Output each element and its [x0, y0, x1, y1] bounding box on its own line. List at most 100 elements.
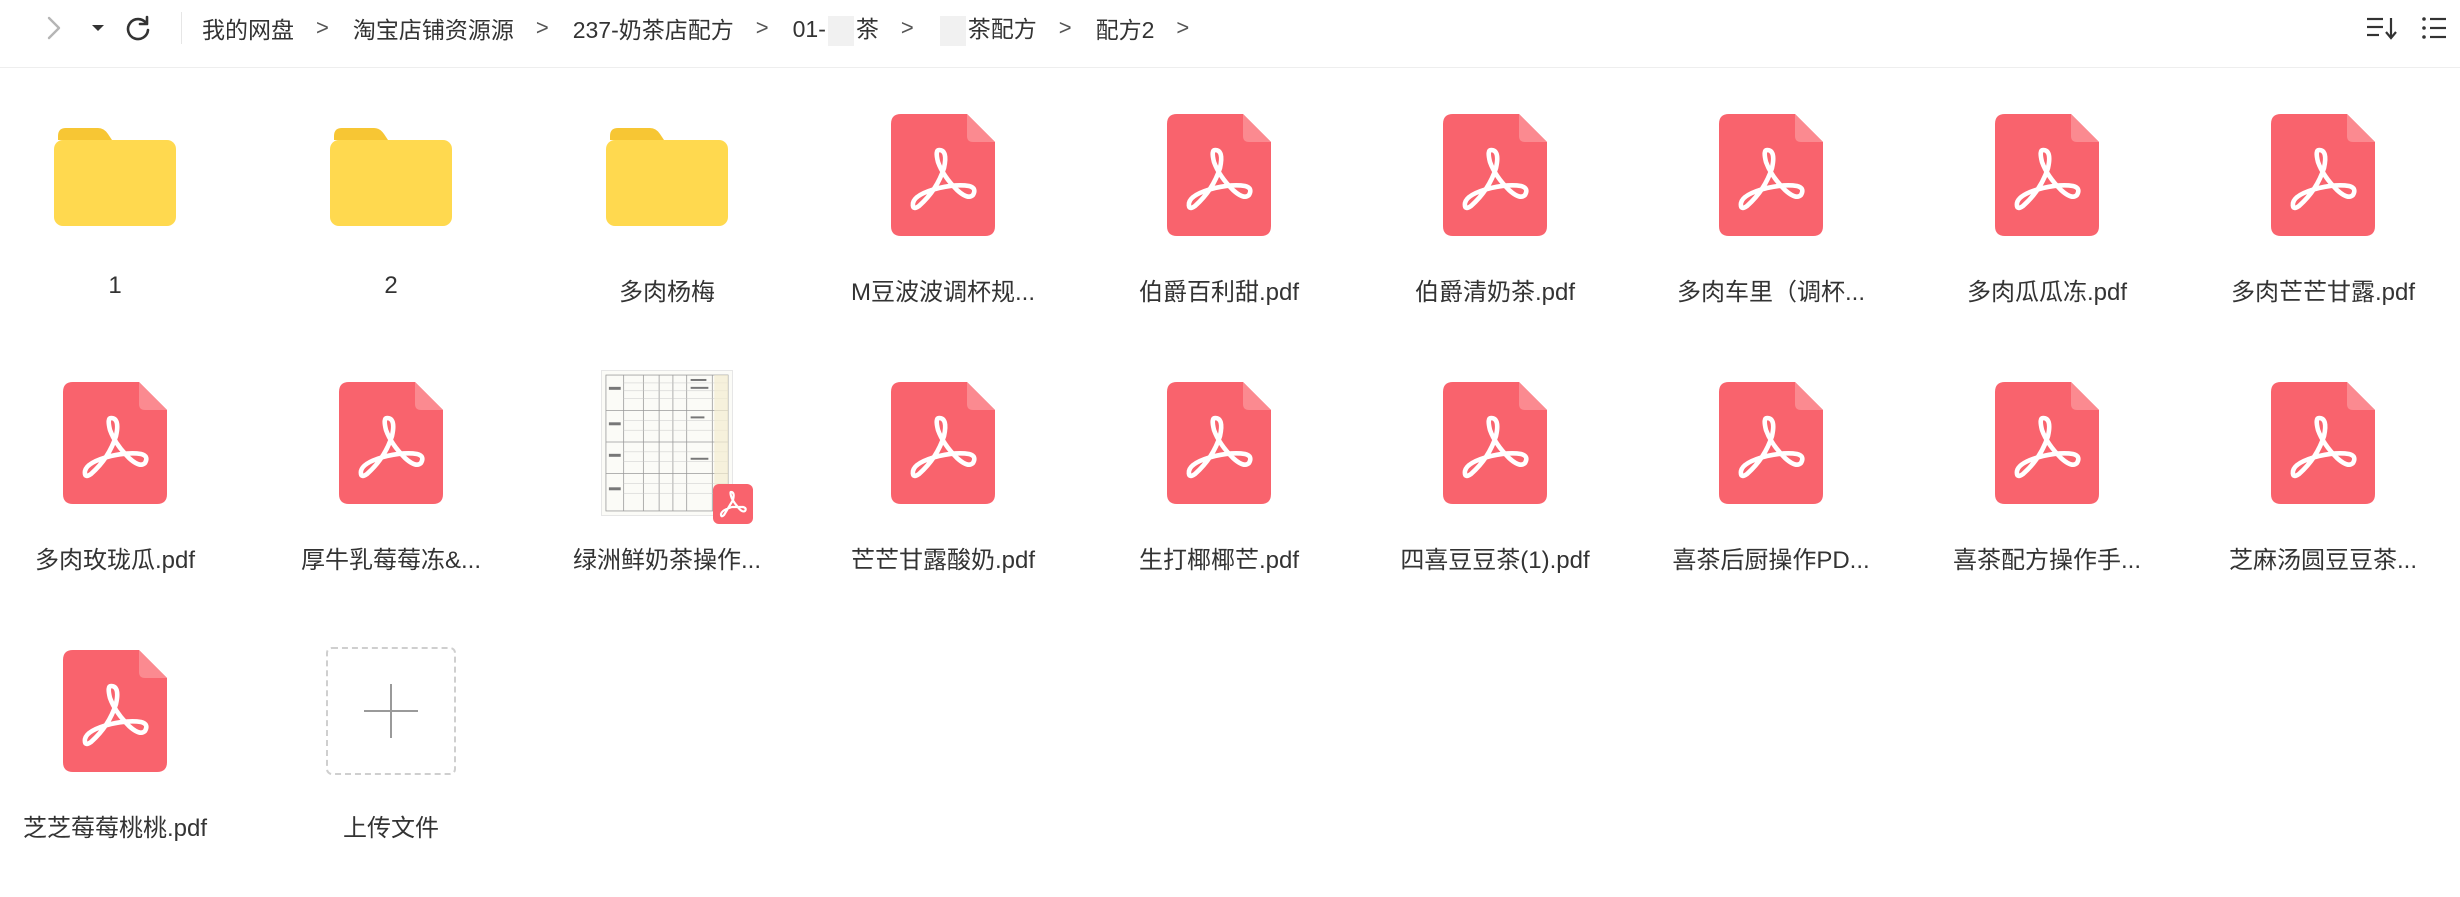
pdf-badge-icon — [713, 484, 753, 524]
folder-thumb — [276, 100, 506, 250]
pdf-thumb — [552, 368, 782, 524]
breadcrumb-separator: > — [1176, 15, 1190, 40]
pdf-icon — [339, 382, 443, 504]
pdf-thumb — [0, 368, 230, 518]
top-navigation-bar: 我的网盘 > 淘宝店铺资源源 > 237-奶茶店配方 > 01- 茶 > 茶配方 … — [0, 0, 2460, 68]
folder-item[interactable]: 2 — [276, 100, 506, 350]
pdf-thumb — [1104, 368, 1334, 518]
pdf-icon — [63, 650, 167, 772]
pdf-icon — [1443, 114, 1547, 236]
pdf-thumb — [0, 636, 230, 786]
pdf-item[interactable]: M豆波波调杯规... — [828, 100, 1058, 350]
breadcrumb-item[interactable]: 237-奶茶店配方 — [573, 11, 734, 45]
file-name: 2 — [384, 272, 398, 299]
pdf-item[interactable]: 喜茶配方操作手... — [1932, 368, 2162, 618]
pdf-thumb — [1656, 368, 1886, 518]
sort-icon[interactable] — [2362, 8, 2402, 48]
pdf-icon — [1167, 114, 1271, 236]
upload-file-button[interactable]: 上传文件 — [276, 636, 506, 886]
upload-dropzone[interactable] — [326, 647, 456, 775]
pdf-item-with-preview[interactable]: 绿洲鲜奶茶操作... — [552, 368, 782, 618]
folder-icon — [606, 128, 728, 226]
file-name: 绿洲鲜奶茶操作... — [572, 547, 761, 574]
pdf-thumb — [2208, 100, 2438, 250]
file-name: 芝麻汤圆豆豆茶... — [2228, 547, 2417, 574]
breadcrumb-separator: > — [316, 15, 329, 40]
file-name: M豆波波调杯规... — [851, 279, 1035, 306]
pdf-icon — [1719, 382, 1823, 504]
pdf-icon — [1443, 382, 1547, 504]
folder-thumb — [552, 100, 782, 250]
pdf-item[interactable]: 多肉车里（调杯... — [1656, 100, 1886, 350]
breadcrumb-item[interactable]: 茶配方 — [938, 10, 1037, 46]
breadcrumb-item-text: 茶 — [855, 16, 879, 43]
pdf-item[interactable]: 伯爵百利甜.pdf — [1104, 100, 1334, 350]
file-name: 多肉杨梅 — [619, 279, 715, 306]
pdf-item[interactable]: 多肉瓜瓜冻.pdf — [1932, 100, 2162, 350]
pdf-thumb — [1932, 368, 2162, 518]
document-preview — [601, 370, 753, 524]
breadcrumb-separator: > — [1058, 15, 1072, 40]
pdf-item[interactable]: 伯爵清奶茶.pdf — [1380, 100, 1610, 350]
file-name: 芝芝莓莓桃桃.pdf — [22, 815, 208, 842]
pdf-item[interactable]: 芝芝莓莓桃桃.pdf — [0, 636, 230, 886]
breadcrumb-item[interactable]: 01- 茶 — [793, 10, 879, 46]
file-name: 多肉瓜瓜冻.pdf — [1966, 279, 2128, 306]
pdf-icon — [63, 382, 167, 504]
file-name: 喜茶后厨操作PD... — [1672, 547, 1870, 574]
pdf-thumb — [1380, 368, 1610, 518]
refresh-icon[interactable] — [118, 8, 158, 48]
file-name: 伯爵百利甜.pdf — [1138, 279, 1300, 306]
pdf-icon — [891, 114, 995, 236]
dropdown-icon[interactable] — [78, 8, 118, 48]
file-name: 喜茶配方操作手... — [1952, 547, 2141, 574]
breadcrumb-item-current[interactable]: 配方2 — [1096, 11, 1155, 45]
forward-arrow-icon[interactable] — [34, 8, 74, 48]
file-name: 生打椰椰芒.pdf — [1138, 547, 1300, 574]
pdf-icon — [891, 382, 995, 504]
folder-item[interactable]: 多肉杨梅 — [552, 100, 782, 350]
pdf-thumb — [1104, 100, 1334, 250]
pdf-item[interactable]: 多肉芒芒甘露.pdf — [2208, 100, 2438, 350]
pdf-icon — [1995, 114, 2099, 236]
toolbar-divider — [181, 12, 182, 44]
breadcrumb-item-home[interactable]: 我的网盘 — [202, 11, 294, 45]
pdf-thumb — [1380, 100, 1610, 250]
pdf-thumb — [1932, 100, 2162, 250]
pdf-icon — [1167, 382, 1271, 504]
pdf-item[interactable]: 芝麻汤圆豆豆茶... — [2208, 368, 2438, 618]
breadcrumb-item[interactable]: 淘宝店铺资源源 — [353, 11, 514, 45]
file-name: 多肉车里（调杯... — [1676, 279, 1865, 306]
pdf-icon — [2271, 114, 2375, 236]
pdf-item[interactable]: 多肉玫珑瓜.pdf — [0, 368, 230, 618]
file-name: 1 — [108, 272, 122, 299]
file-name: 厚牛乳莓莓冻&... — [300, 547, 481, 574]
breadcrumb-item-text: 茶配方 — [967, 16, 1037, 43]
file-name: 多肉玫珑瓜.pdf — [34, 547, 196, 574]
pdf-thumb — [276, 368, 506, 518]
pdf-item[interactable]: 四喜豆豆茶(1).pdf — [1380, 368, 1610, 618]
pdf-thumb — [828, 100, 1058, 250]
folder-icon — [330, 128, 452, 226]
redacted-block — [939, 15, 966, 46]
pdf-thumb — [2208, 368, 2438, 518]
pdf-item[interactable]: 喜茶后厨操作PD... — [1656, 368, 1886, 618]
breadcrumb-separator: > — [755, 15, 769, 40]
file-name: 四喜豆豆茶(1).pdf — [1400, 547, 1590, 574]
breadcrumb: 我的网盘 > 淘宝店铺资源源 > 237-奶茶店配方 > 01- 茶 > 茶配方 … — [202, 0, 1213, 56]
folder-icon — [54, 128, 176, 226]
breadcrumb-item-text: 01- — [792, 16, 826, 43]
pdf-icon — [1995, 382, 2099, 504]
pdf-item[interactable]: 生打椰椰芒.pdf — [1104, 368, 1334, 618]
breadcrumb-separator: > — [535, 15, 549, 40]
upload-label: 上传文件 — [343, 815, 439, 842]
list-view-icon[interactable] — [2414, 8, 2454, 48]
pdf-item[interactable]: 厚牛乳莓莓冻&... — [276, 368, 506, 618]
pdf-thumb — [828, 368, 1058, 518]
pdf-item[interactable]: 芒芒甘露酸奶.pdf — [828, 368, 1058, 618]
breadcrumb-separator: > — [900, 15, 914, 40]
upload-thumb — [276, 636, 506, 786]
pdf-icon — [1719, 114, 1823, 236]
pdf-icon — [2271, 382, 2375, 504]
folder-item[interactable]: 1 — [0, 100, 230, 350]
